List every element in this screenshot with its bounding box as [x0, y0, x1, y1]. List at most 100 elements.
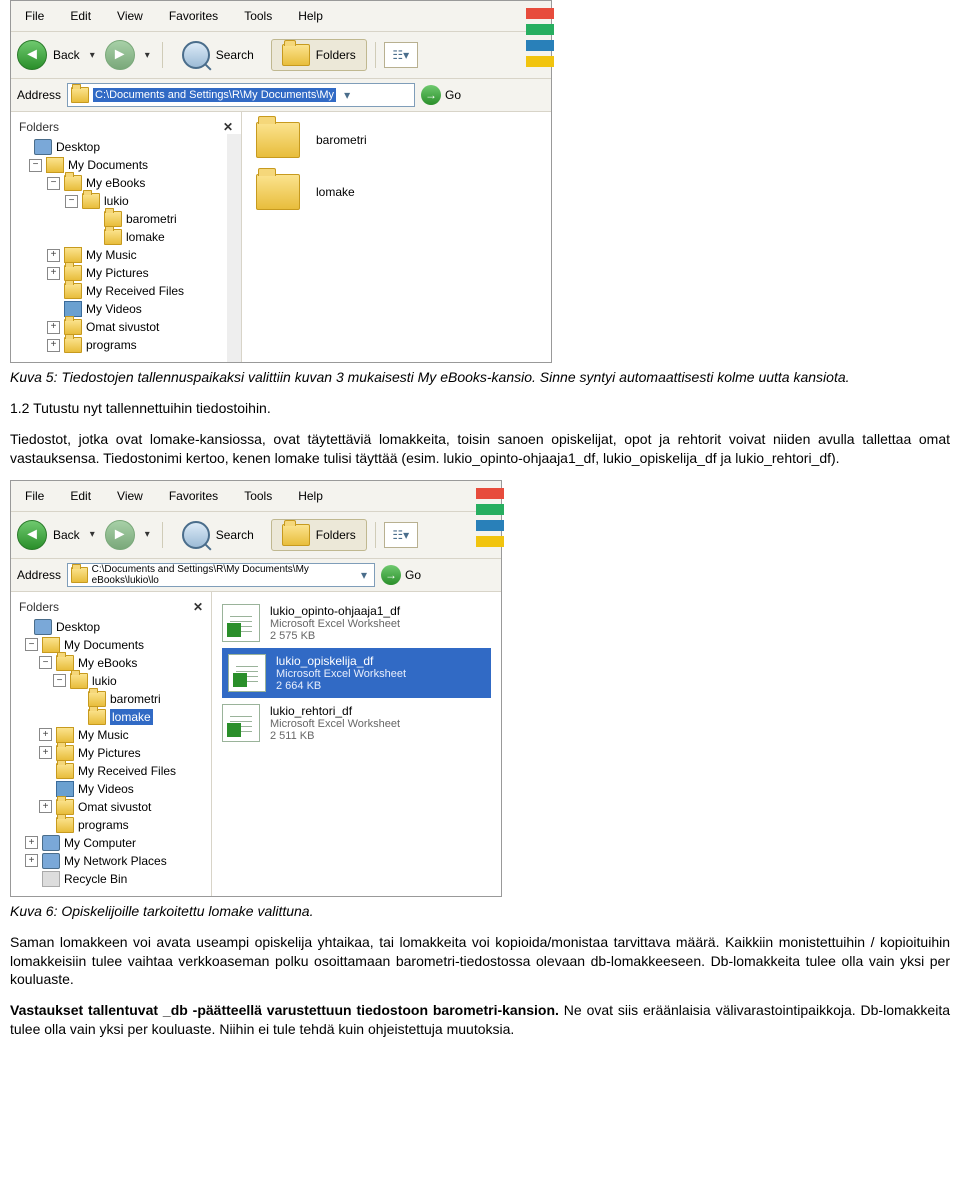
- tree-myvideos[interactable]: My Videos: [11, 780, 211, 798]
- expand-icon[interactable]: +: [47, 249, 60, 262]
- back-dropdown-icon[interactable]: ▾: [86, 529, 99, 540]
- file-item[interactable]: lukio_rehtori_df Microsoft Excel Workshe…: [222, 698, 491, 748]
- folder-item-barometri[interactable]: barometri: [256, 122, 537, 158]
- collapse-icon[interactable]: −: [65, 195, 78, 208]
- folders-button[interactable]: Folders: [271, 39, 367, 71]
- close-folders-pane-icon[interactable]: ✕: [193, 600, 203, 614]
- folder-icon: [64, 283, 82, 299]
- tree-desktop[interactable]: Desktop: [11, 618, 211, 636]
- menu-edit[interactable]: Edit: [60, 7, 101, 25]
- expand-icon[interactable]: +: [25, 836, 38, 849]
- tree-label: My Documents: [64, 638, 144, 652]
- expand-icon[interactable]: +: [47, 339, 60, 352]
- forward-button-icon[interactable]: ►: [105, 40, 135, 70]
- forward-button-icon[interactable]: ►: [105, 520, 135, 550]
- tree-programs[interactable]: +programs: [11, 336, 241, 354]
- tree-programs[interactable]: programs: [11, 816, 211, 834]
- forward-dropdown-icon[interactable]: ▾: [141, 50, 154, 61]
- close-folders-pane-icon[interactable]: ✕: [223, 120, 233, 134]
- menu-edit[interactable]: Edit: [60, 487, 101, 505]
- back-button-label[interactable]: Back: [53, 48, 80, 62]
- expand-icon[interactable]: +: [39, 746, 52, 759]
- expand-icon[interactable]: +: [25, 854, 38, 867]
- back-dropdown-icon[interactable]: ▾: [86, 50, 99, 61]
- tree-lukio[interactable]: −lukio: [11, 192, 241, 210]
- menu-file[interactable]: File: [15, 7, 54, 25]
- menu-tools[interactable]: Tools: [234, 487, 282, 505]
- folder-icon: [71, 567, 88, 583]
- vertical-scrollbar[interactable]: [227, 134, 241, 362]
- tree-mymusic[interactable]: +My Music: [11, 726, 211, 744]
- address-input[interactable]: C:\Documents and Settings\R\My Documents…: [67, 83, 415, 107]
- menu-file[interactable]: File: [15, 487, 54, 505]
- expand-icon[interactable]: +: [39, 800, 52, 813]
- folder-item-lomake[interactable]: lomake: [256, 174, 537, 210]
- tree-lomake[interactable]: lomake: [11, 228, 241, 246]
- collapse-icon[interactable]: −: [39, 656, 52, 669]
- menu-help[interactable]: Help: [288, 487, 333, 505]
- tree-myreceived[interactable]: My Received Files: [11, 762, 211, 780]
- menu-view[interactable]: View: [107, 7, 153, 25]
- collapse-icon[interactable]: −: [25, 638, 38, 651]
- tree-mypictures[interactable]: +My Pictures: [11, 264, 241, 282]
- menu-favorites[interactable]: Favorites: [159, 7, 228, 25]
- tree-barometri[interactable]: barometri: [11, 690, 211, 708]
- paragraph-1: Tiedostot, jotka ovat lomake-kansiossa, …: [10, 430, 950, 468]
- folders-icon: [282, 44, 310, 66]
- expand-icon[interactable]: +: [47, 321, 60, 334]
- tree-myebooks[interactable]: −My eBooks: [11, 174, 241, 192]
- tree-label: Recycle Bin: [64, 872, 127, 886]
- tree-recycle[interactable]: Recycle Bin: [11, 870, 211, 888]
- forward-dropdown-icon[interactable]: ▾: [141, 529, 154, 540]
- menubar: File Edit View Favorites Tools Help: [11, 481, 501, 511]
- tree-label: barometri: [110, 692, 161, 706]
- folder-icon: [256, 122, 300, 158]
- address-dropdown-icon[interactable]: ▾: [357, 568, 371, 582]
- tree-mydocuments[interactable]: − My Documents: [11, 636, 211, 654]
- menu-tools[interactable]: Tools: [234, 7, 282, 25]
- tree-barometri[interactable]: barometri: [11, 210, 241, 228]
- back-button-icon[interactable]: ◄: [17, 40, 47, 70]
- excel-file-icon: [222, 604, 260, 642]
- back-button-label[interactable]: Back: [53, 528, 80, 542]
- tree-mypictures[interactable]: +My Pictures: [11, 744, 211, 762]
- expand-icon[interactable]: +: [47, 267, 60, 280]
- views-button[interactable]: ☷▾: [384, 42, 418, 68]
- folders-title-text: Folders: [19, 600, 59, 614]
- go-button[interactable]: → Go: [421, 85, 461, 105]
- tree-myreceived[interactable]: My Received Files: [11, 282, 241, 300]
- menu-help[interactable]: Help: [288, 7, 333, 25]
- file-size: 2 511 KB: [270, 730, 400, 742]
- file-item[interactable]: lukio_opinto-ohjaaja1_df Microsoft Excel…: [222, 598, 491, 648]
- tree-lukio[interactable]: −lukio: [11, 672, 211, 690]
- tree-desktop[interactable]: Desktop: [11, 138, 241, 156]
- search-button[interactable]: Search: [171, 36, 265, 74]
- excel-file-icon: [222, 704, 260, 742]
- tree-mymusic[interactable]: +My Music: [11, 246, 241, 264]
- tree-mynetwork[interactable]: +My Network Places: [11, 852, 211, 870]
- menu-view[interactable]: View: [107, 487, 153, 505]
- mydocuments-icon: [46, 157, 64, 173]
- back-button-icon[interactable]: ◄: [17, 520, 47, 550]
- tree-omat[interactable]: +Omat sivustot: [11, 798, 211, 816]
- tree-mycomputer[interactable]: +My Computer: [11, 834, 211, 852]
- collapse-icon[interactable]: −: [53, 674, 66, 687]
- search-label: Search: [216, 528, 254, 542]
- address-input[interactable]: C:\Documents and Settings\R\My Documents…: [67, 563, 375, 587]
- tree-omat[interactable]: +Omat sivustot: [11, 318, 241, 336]
- expand-icon[interactable]: +: [39, 728, 52, 741]
- folders-button[interactable]: Folders: [271, 519, 367, 551]
- file-item-selected[interactable]: lukio_opiskelija_df Microsoft Excel Work…: [222, 648, 491, 698]
- collapse-icon[interactable]: −: [47, 177, 60, 190]
- menu-favorites[interactable]: Favorites: [159, 487, 228, 505]
- views-button[interactable]: ☷▾: [384, 522, 418, 548]
- address-dropdown-icon[interactable]: ▾: [340, 88, 354, 102]
- collapse-icon[interactable]: −: [29, 159, 42, 172]
- tree-myvideos[interactable]: My Videos: [11, 300, 241, 318]
- file-size: 2 664 KB: [276, 680, 406, 692]
- tree-myebooks[interactable]: −My eBooks: [11, 654, 211, 672]
- tree-mydocuments[interactable]: −My Documents: [11, 156, 241, 174]
- tree-lomake[interactable]: lomake: [11, 708, 211, 726]
- search-button[interactable]: Search: [171, 516, 265, 554]
- go-button[interactable]: → Go: [381, 565, 421, 585]
